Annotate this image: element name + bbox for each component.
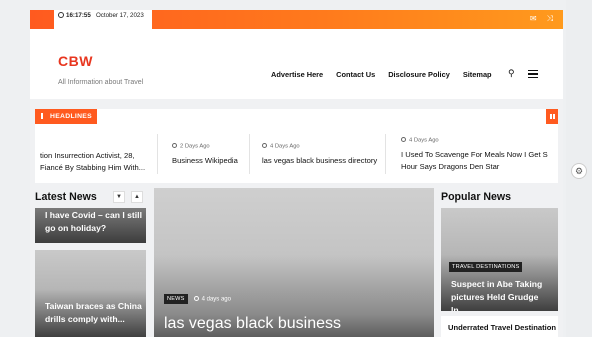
search-icon[interactable]: ⚲ bbox=[508, 68, 515, 79]
clock-icon bbox=[193, 295, 199, 301]
ticker-item[interactable]: I Used To Scavenge For Meals Now I Get S… bbox=[401, 149, 556, 172]
ticker-item-date: 2 Days Ago bbox=[172, 143, 210, 150]
current-date: October 17, 2023 bbox=[95, 12, 144, 19]
pause-button[interactable] bbox=[546, 109, 558, 124]
ticker-item-date: 4 Days Ago bbox=[401, 137, 439, 144]
ticker-item-date: 4 Days Ago bbox=[262, 143, 300, 150]
popular-news-card-title[interactable]: Suspect in Abe Taking pictures Held Grud… bbox=[451, 278, 555, 311]
popular-news-item[interactable]: Underrated Travel Destination bbox=[441, 316, 558, 337]
latest-news-card-title[interactable]: Taiwan braces as China drills comply wit… bbox=[45, 300, 145, 326]
latest-news-card[interactable]: I have Covid – can I still go on holiday… bbox=[35, 208, 146, 243]
top-bar: 16:17:55 October 17, 2023 ✉ ⤨ bbox=[30, 10, 563, 29]
clock-icon bbox=[58, 12, 64, 18]
ticker-divider bbox=[385, 134, 386, 174]
clock-icon bbox=[401, 137, 406, 142]
ticker-divider bbox=[157, 134, 158, 174]
headlines-label: HEADLINES bbox=[35, 109, 97, 124]
current-time: 16:17:55 bbox=[66, 12, 91, 19]
ticker-divider bbox=[249, 134, 250, 174]
page: 16:17:55 October 17, 2023 ✉ ⤨ CBW All In… bbox=[30, 10, 563, 337]
ticker-item[interactable]: las vegas black business directory bbox=[262, 155, 377, 167]
date-time-box: 16:17:55 October 17, 2023 bbox=[54, 10, 152, 29]
category-badge[interactable]: NEWS bbox=[164, 294, 188, 304]
featured-post-title[interactable]: las vegas black business bbox=[164, 315, 341, 333]
chevron-down-icon[interactable]: ▼ bbox=[113, 191, 125, 203]
clock-icon bbox=[172, 143, 177, 148]
nav-disclosure-policy[interactable]: Disclosure Policy bbox=[388, 70, 450, 79]
latest-news-card[interactable]: Taiwan braces as China drills comply wit… bbox=[35, 250, 146, 337]
popular-news-card[interactable]: TRAVEL DESTINATIONS Suspect in Abe Takin… bbox=[441, 208, 558, 311]
mail-icon[interactable]: ✉ bbox=[530, 14, 537, 24]
site-tagline: All Information about Travel bbox=[58, 79, 144, 86]
gear-icon[interactable]: ⚙ bbox=[571, 163, 587, 179]
latest-news-title: Latest News bbox=[35, 191, 97, 203]
chevron-up-icon[interactable]: ▲ bbox=[131, 191, 143, 203]
ticker-item[interactable]: Business Wikipedia bbox=[172, 155, 238, 167]
hamburger-menu-icon[interactable] bbox=[528, 70, 538, 78]
nav-contact-us[interactable]: Contact Us bbox=[336, 70, 375, 79]
site-logo[interactable]: CBW bbox=[58, 53, 93, 69]
nav-sitemap[interactable]: Sitemap bbox=[463, 70, 492, 79]
featured-post[interactable]: NEWS 4 days ago las vegas black business bbox=[154, 188, 434, 337]
main-nav: Advertise Here Contact Us Disclosure Pol… bbox=[271, 70, 492, 79]
shuffle-icon[interactable]: ⤨ bbox=[547, 14, 553, 24]
clock-icon bbox=[262, 143, 267, 148]
nav-advertise-here[interactable]: Advertise Here bbox=[271, 70, 323, 79]
ticker-item[interactable]: tion Insurrection Activist, 28, Fiancé B… bbox=[40, 150, 152, 173]
category-badge[interactable]: TRAVEL DESTINATIONS bbox=[449, 262, 523, 272]
headlines-ticker: HEADLINES tion Insurrection Activist, 28… bbox=[35, 109, 558, 183]
popular-news-title: Popular News bbox=[441, 191, 512, 203]
site-header: CBW All Information about Travel Adverti… bbox=[30, 29, 563, 99]
latest-news-card-title[interactable]: I have Covid – can I still go on holiday… bbox=[45, 209, 145, 235]
featured-post-date: 4 days ago bbox=[193, 295, 231, 302]
